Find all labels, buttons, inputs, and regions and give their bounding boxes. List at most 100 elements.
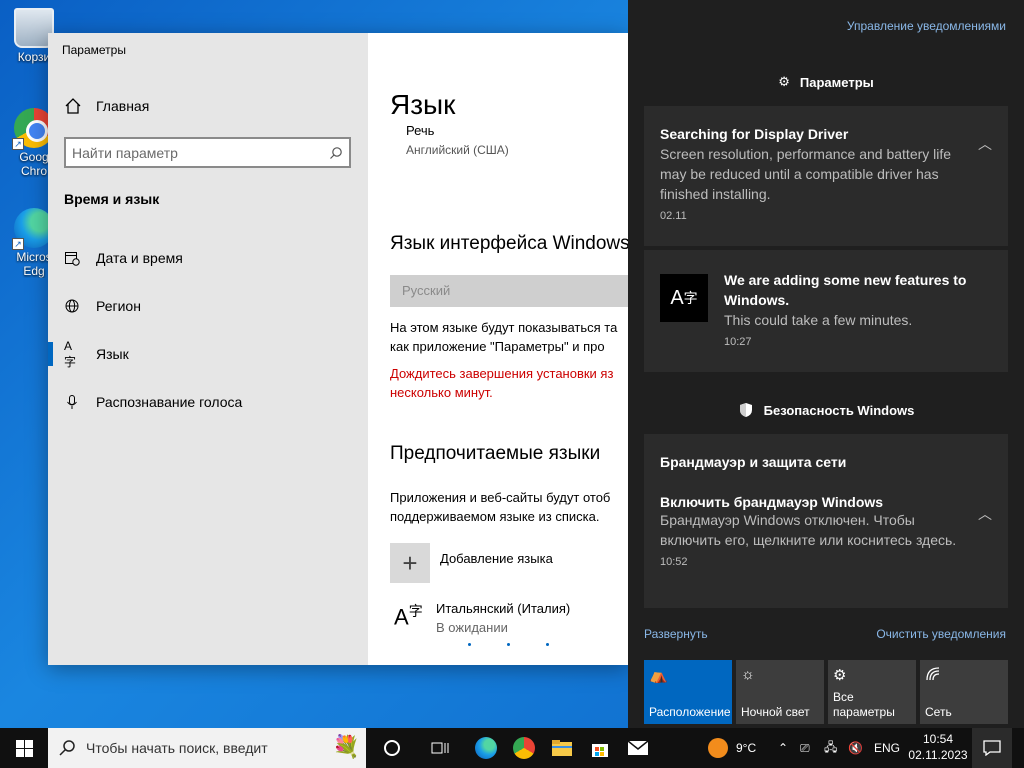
notifications-button[interactable] [972, 728, 1012, 768]
start-button[interactable] [0, 728, 48, 768]
manage-notifications-link[interactable]: Управление уведомлениями [847, 19, 1006, 33]
speech-value: Английский (США) [406, 143, 509, 157]
add-language-label: Добавление языка [440, 550, 553, 566]
interface-language-dropdown[interactable]: Русский [390, 275, 628, 307]
sidebar-item-label: Дата и время [96, 250, 183, 266]
notification-time: 02.11 [660, 210, 687, 222]
language-status: В ожидании [436, 620, 508, 635]
night-light-icon: ☼ [741, 666, 755, 683]
settings-window: Параметры Главная Найти параметр Время и… [48, 33, 628, 665]
taskbar-search-placeholder: Чтобы начать поиск, введит [86, 740, 268, 756]
add-language-button[interactable]: + Добавление языка [390, 543, 553, 583]
notification-body: Screen resolution, performance and batte… [660, 146, 952, 202]
sidebar-item-label: Язык [96, 346, 129, 362]
task-view-icon[interactable] [428, 736, 452, 760]
settings-search-input[interactable]: Найти параметр [64, 137, 351, 168]
interface-desc-line1: На этом языке будут показываться та [390, 320, 618, 335]
search-icon [59, 740, 75, 756]
notification-title: Searching for Display Driver [660, 126, 849, 142]
windows-logo-icon [15, 739, 33, 757]
notification-body: This could take a few minutes. [724, 312, 913, 328]
mail-icon[interactable] [626, 736, 650, 760]
interface-language-heading: Язык интерфейса Windows [390, 233, 628, 254]
location-icon: ⛺ [649, 667, 668, 684]
clear-notifications-link[interactable]: Очистить уведомления [876, 627, 1006, 641]
sidebar-item-region[interactable]: Регион [48, 286, 368, 326]
microphone-icon [64, 394, 80, 410]
gear-icon: ⚙ [778, 74, 790, 89]
sidebar-item-language[interactable]: A字 Язык [48, 334, 368, 374]
page-title: Язык [390, 89, 456, 120]
shortcut-arrow-icon: ↗ [12, 238, 24, 250]
collapse-chevron-icon[interactable]: ︿ [978, 504, 992, 524]
install-warning-line1: Дождитесь завершения установки яз [390, 366, 614, 381]
language-icon: A字 [660, 274, 708, 322]
collapse-chevron-icon[interactable]: ︿ [978, 134, 992, 154]
group-title: Параметры [799, 74, 874, 90]
quick-action-location[interactable]: ⛺ Расположение [644, 660, 732, 724]
weather-widget[interactable]: 9°C [708, 728, 756, 768]
notification-body: Брандмауэр Windows отключен. Чтобы включ… [660, 512, 957, 548]
network-icon: 🖧 [824, 739, 838, 754]
cortana-icon [384, 740, 400, 756]
tray-volume[interactable]: 🔇 [848, 728, 863, 768]
speech-label[interactable]: Речь [406, 123, 434, 138]
notification-header: Брандмауэр и защита сети [660, 454, 847, 470]
preferred-desc-line1: Приложения и веб-сайты будут отоб [390, 490, 611, 505]
taskbar-search-box[interactable]: Чтобы начать поиск, введит 💐 [48, 728, 366, 768]
plus-icon: + [390, 543, 430, 583]
notification-time: 10:27 [724, 336, 752, 348]
action-center: Управление уведомлениями ⚙ Параметры Sea… [628, 0, 1024, 728]
install-warning-line2: несколько минут. [390, 385, 493, 400]
search-placeholder: Найти параметр [72, 144, 178, 161]
show-hidden-icons-button[interactable]: ⌃ [778, 728, 788, 768]
quick-action-network[interactable]: Сеть [920, 660, 1008, 724]
edge-taskbar-icon[interactable] [474, 736, 498, 760]
preferred-desc-line2: поддерживаемом языке из списка. [390, 509, 600, 524]
store-icon[interactable] [588, 736, 612, 760]
chevron-up-icon: ⌃ [778, 741, 789, 755]
group-header-security: Безопасность Windows [628, 402, 1024, 418]
window-title: Параметры [62, 43, 126, 57]
shield-icon [739, 403, 752, 417]
sidebar-item-date-time[interactable]: Дата и время [48, 238, 368, 278]
input-language-indicator[interactable]: ENG [874, 728, 900, 768]
expand-link[interactable]: Развернуть [644, 627, 708, 641]
gear-icon: ⚙ [833, 667, 847, 684]
tile-label: Ночной свет [741, 705, 810, 719]
tile-label: Сеть [925, 705, 952, 719]
shortcut-arrow-icon: ↗ [12, 138, 24, 150]
home-icon [65, 98, 81, 114]
preferred-languages-heading: Предпочитаемые языки [390, 443, 601, 464]
taskbar: Чтобы начать поиск, введит 💐 9°C ⌃ ⎚ 🖧 🔇… [0, 728, 1024, 768]
tray-network[interactable]: 🖧 [824, 728, 837, 768]
settings-content: Язык Речь Английский (США) Язык интерфей… [368, 33, 628, 665]
language-icon: A字 [64, 338, 77, 369]
action-center-links: Развернуть Очистить уведомления [644, 627, 1006, 641]
sun-icon [708, 738, 728, 758]
notification-display-driver[interactable]: Searching for Display Driver Screen reso… [644, 106, 1008, 246]
sidebar-item-label: Распознавание голоса [96, 394, 243, 410]
chrome-taskbar-icon[interactable] [512, 736, 536, 760]
notification-time: 10:52 [660, 556, 688, 568]
settings-sidebar: Параметры Главная Найти параметр Время и… [48, 33, 368, 665]
tile-label: Все параметры [833, 690, 895, 719]
quick-action-night-light[interactable]: ☼ Ночной свет [736, 660, 824, 724]
interface-desc-line2: как приложение "Параметры" и про [390, 339, 605, 354]
notification-title: We are adding some new features to Windo… [724, 272, 967, 308]
file-explorer-icon[interactable] [550, 736, 574, 760]
group-title: Безопасность Windows [763, 402, 915, 418]
sidebar-item-speech[interactable]: Распознавание голоса [48, 382, 368, 422]
notification-new-features[interactable]: A字 We are adding some new features to Wi… [644, 250, 1008, 372]
taskbar-clock[interactable]: 10:54 02.11.2023 [908, 731, 968, 763]
sidebar-item-label: Регион [96, 298, 141, 314]
task-view-button[interactable] [380, 736, 404, 760]
notification-firewall[interactable]: Брандмауэр и защита сети Включить брандм… [644, 434, 1008, 608]
language-list-item[interactable]: A字 Итальянский (Италия) В ожидании [394, 601, 570, 635]
language-name: Итальянский (Италия) [436, 601, 571, 616]
notification-title: Включить брандмауэр Windows [660, 494, 884, 510]
quick-action-all-settings[interactable]: ⚙ Все параметры [828, 660, 916, 724]
nav-home[interactable]: Главная [64, 97, 149, 115]
tray-meet-now[interactable]: ⎚ [800, 728, 810, 768]
section-title: Время и язык [64, 191, 160, 207]
